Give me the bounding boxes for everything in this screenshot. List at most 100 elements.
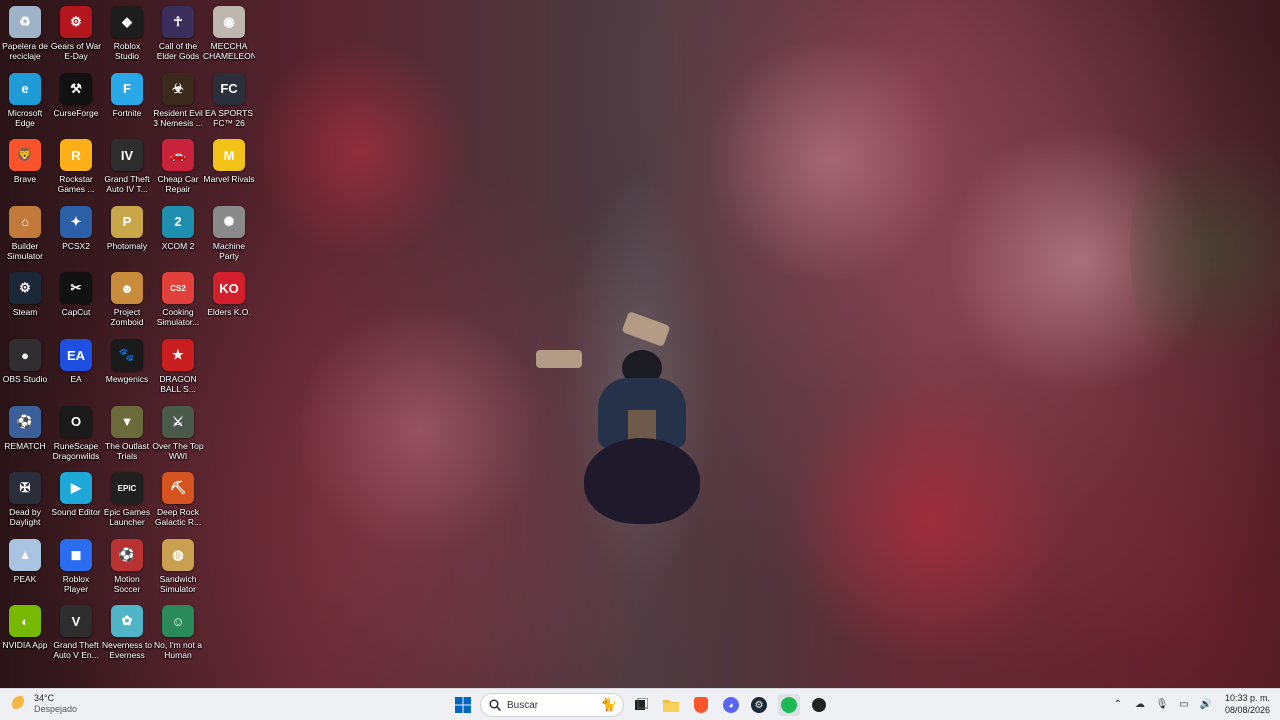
- desktop-icon[interactable]: e Microsoft Edge: [0, 69, 50, 135]
- clock[interactable]: 10:33 p. m. 08/08/2026: [1225, 692, 1270, 716]
- desktop-icon[interactable]: ✺ Machine Party: [204, 202, 254, 268]
- desktop-icon-label: CapCut: [61, 307, 91, 318]
- desktop-icon-label: Cooking Simulator...: [156, 307, 200, 328]
- elders-ko-icon: KO: [213, 272, 245, 305]
- desktop-icon[interactable]: 🐾 Mewgenics: [102, 335, 152, 401]
- desktop-icon-label: NVIDIA App: [2, 640, 48, 651]
- wallpaper-flowers: [1130, 100, 1280, 400]
- desktop-icon[interactable]: FC EA SPORTS FC™ 26: [204, 69, 254, 135]
- gears-of-war-icon: ⚙: [60, 6, 92, 38]
- elder-gods-icon: ☥: [162, 6, 194, 38]
- desktop-icon-label: XCOM 2: [161, 240, 195, 251]
- desktop-icon-label: Papelera de reciclaje: [2, 41, 48, 61]
- meccha-chameleon-icon: ◉: [213, 6, 245, 38]
- desktop-icon[interactable]: CS2 Cooking Simulator...: [153, 268, 203, 334]
- desktop-icon[interactable]: F Fortnite: [102, 69, 152, 135]
- desktop-icon[interactable]: M Marvel Rivals: [203, 135, 255, 201]
- desktop-icon[interactable]: P Photomaly: [102, 202, 152, 268]
- peak-icon: ▲: [9, 538, 41, 571]
- over-the-top-icon: ⚔: [162, 405, 194, 438]
- desktop-icon[interactable]: ● OBS Studio: [0, 335, 50, 401]
- desktop-icon[interactable]: ⚒ CurseForge: [51, 69, 101, 135]
- desktop-icon-label: Mewgenics: [105, 374, 149, 384]
- builder-simulator-icon: ⌂: [9, 205, 41, 238]
- desktop-icon[interactable]: EA EA: [51, 335, 101, 401]
- task-view-icon: [635, 698, 648, 710]
- desktop-icon-label: MECCHA CHAMELEON: [203, 41, 255, 61]
- clock-time: 10:33 p. m.: [1224, 693, 1270, 703]
- desktop-icon[interactable]: ▶ Sound Editor: [51, 468, 101, 534]
- microphone-icon[interactable]: 🎙: [1155, 697, 1169, 711]
- task-view-button[interactable]: [630, 694, 652, 716]
- desktop-icon[interactable]: ⛏ Deep Rock Galactic R...: [153, 468, 203, 534]
- desktop-icon[interactable]: ⚽ Motion Soccer: [102, 535, 152, 601]
- app-taskbar-button[interactable]: [808, 694, 830, 716]
- search-input[interactable]: Buscar 🐈: [480, 693, 624, 717]
- desktop-icon[interactable]: O RuneScape Dragonwilds: [51, 402, 101, 468]
- file-explorer-button[interactable]: [660, 694, 682, 716]
- wallpaper-sandal: [621, 311, 671, 347]
- steam-icon: ⚙: [9, 272, 41, 305]
- desktop-icon[interactable]: ✿ Neverness to Everness: [102, 601, 152, 667]
- deep-rock-icon: ⛏: [162, 472, 194, 505]
- wallpaper-flowers: [250, 40, 470, 260]
- desktop-icon[interactable]: ☣ Resident Evil 3 Nemesis ...: [153, 69, 203, 135]
- chevron-up-icon[interactable]: ⌃: [1111, 697, 1125, 711]
- brave-taskbar-button[interactable]: [690, 694, 712, 716]
- desktop-icon-label: Call of the Elder Gods: [156, 41, 200, 61]
- desktop-icon[interactable]: ☥ Call of the Elder Gods: [153, 2, 203, 68]
- dead-by-daylight-icon: ✠: [9, 472, 41, 505]
- desktop-icon[interactable]: ☺ No, I'm not a Human: [153, 601, 203, 667]
- steam-taskbar-button[interactable]: ⚙: [748, 694, 770, 716]
- desktop-icon[interactable]: KO Elders K.O.: [204, 268, 254, 334]
- recycle-bin-icon: ♻: [9, 6, 41, 38]
- desktop-icon[interactable]: ◍ Sandwich Simulator: [153, 535, 203, 601]
- desktop-icon-label: Photomaly: [106, 240, 148, 251]
- runescape-icon: O: [60, 405, 92, 438]
- desktop-icon[interactable]: ⚔ Over The Top WWI: [152, 402, 204, 468]
- desktop-icon[interactable]: ✂ CapCut: [51, 268, 101, 334]
- desktop-icon[interactable]: ◆ Roblox Studio: [102, 2, 152, 68]
- spotify-taskbar-button[interactable]: [778, 694, 800, 716]
- desktop-icon-label: OBS Studio: [2, 374, 48, 384]
- desktop-icon[interactable]: ▲ PEAK: [0, 535, 50, 601]
- start-button[interactable]: [452, 694, 474, 716]
- desktop-icon-label: Motion Soccer: [113, 573, 141, 594]
- windows-logo-icon: [455, 697, 471, 713]
- desktop-icon[interactable]: ◼ Roblox Player: [51, 535, 101, 601]
- weather-widget[interactable]: 34°C Despejado: [12, 693, 77, 715]
- search-placeholder: Buscar: [507, 699, 539, 711]
- desktop-icon[interactable]: ✠ Dead by Daylight: [0, 468, 50, 534]
- desktop-icon[interactable]: ⌂ Builder Simulator: [0, 202, 50, 268]
- network-icon[interactable]: ▭: [1177, 697, 1191, 711]
- spotify-icon: [781, 697, 797, 713]
- desktop-icon[interactable]: R Rockstar Games ...: [51, 135, 101, 201]
- sandwich-simulator-icon: ◍: [162, 538, 194, 571]
- desktop-icon[interactable]: ✦ PCSX2: [51, 202, 101, 268]
- desktop-icon[interactable]: ◉ MECCHA CHAMELEON: [203, 2, 255, 68]
- desktop-icon[interactable]: V Grand Theft Auto V En...: [51, 601, 101, 667]
- wallpaper-figure: [584, 350, 700, 525]
- desktop-icon-label: Brave: [13, 174, 37, 185]
- desktop-icon[interactable]: ▼ The Outlast Trials: [102, 402, 152, 468]
- desktop-icon[interactable]: 🚗 Cheap Car Repair: [153, 135, 203, 201]
- desktop-icon[interactable]: IV Grand Theft Auto IV T...: [102, 135, 152, 201]
- desktop-icon[interactable]: 2 XCOM 2: [153, 202, 203, 268]
- desktop-icon[interactable]: ⚙ Steam: [0, 268, 50, 334]
- desktop-icon[interactable]: EPIC Epic Games Launcher: [102, 468, 152, 534]
- desktop-icon-label: Grand Theft Auto IV T...: [104, 174, 150, 195]
- desktop-icon[interactable]: 🦁 Brave: [0, 135, 50, 201]
- desktop-icon[interactable]: ★ DRAGON BALL S...: [153, 335, 203, 401]
- desktop-icon[interactable]: ⚽ REMATCH: [0, 402, 50, 468]
- ea-icon: EA: [60, 339, 92, 371]
- desktop-icon[interactable]: ☻ Project Zomboid: [102, 268, 152, 334]
- discord-taskbar-button[interactable]: ◕: [720, 694, 742, 716]
- desktop-icon[interactable]: ♻ Papelera de reciclaje: [0, 2, 50, 68]
- taskbar: 34°C Despejado Buscar 🐈 ◕ ⚙ ⌃ ☁ 🎙 ▭ 🔊 10…: [0, 688, 1280, 720]
- desktop-icon[interactable]: ◐ NVIDIA App: [0, 601, 50, 667]
- motion-soccer-icon: ⚽: [111, 538, 143, 571]
- volume-icon[interactable]: 🔊: [1199, 697, 1213, 711]
- desktop-icon-label: Builder Simulator: [7, 240, 43, 261]
- cloud-icon[interactable]: ☁: [1133, 697, 1147, 711]
- desktop-icon[interactable]: ⚙ Gears of War E-Day: [51, 2, 101, 68]
